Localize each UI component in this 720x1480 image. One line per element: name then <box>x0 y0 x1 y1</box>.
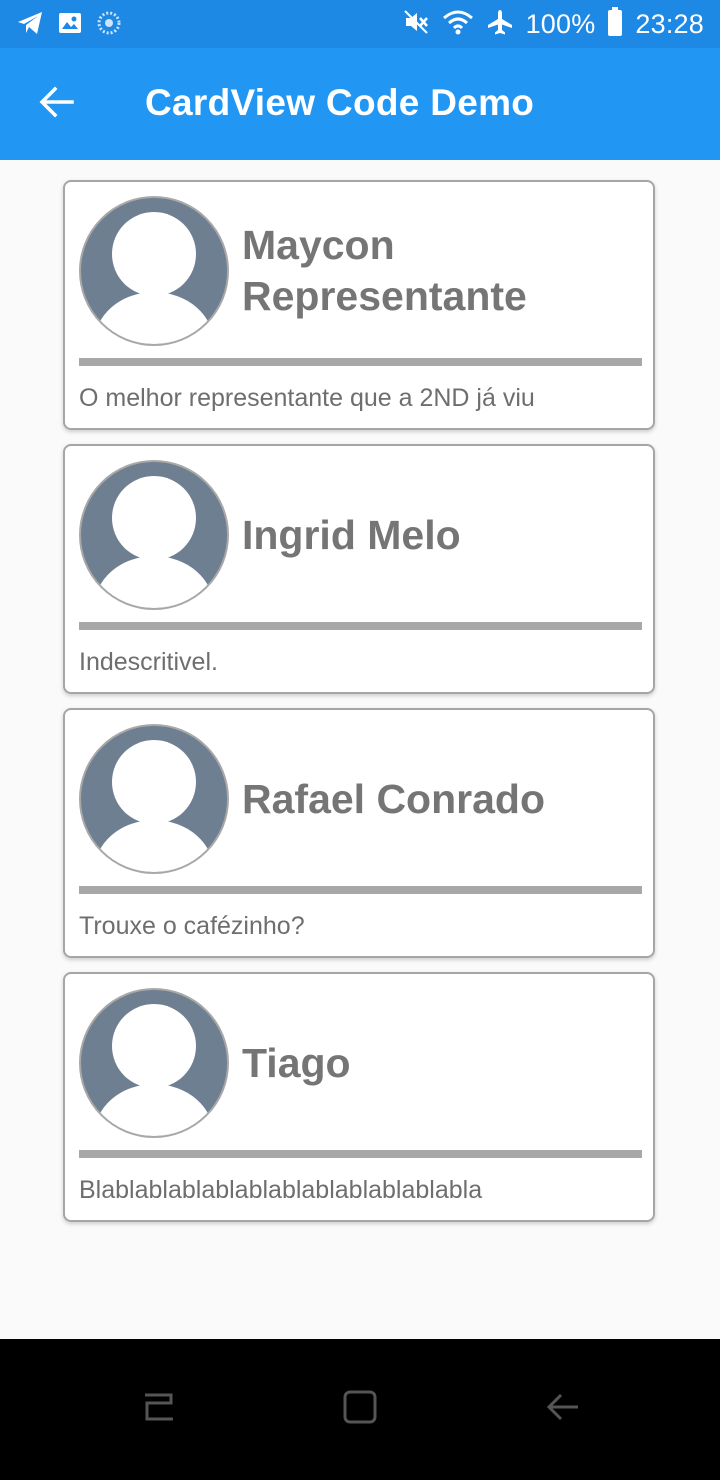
recents-icon <box>141 1391 177 1428</box>
page-title: CardView Code Demo <box>145 82 535 123</box>
avatar <box>79 196 229 346</box>
contact-description: O melhor representante que a 2ND já viu <box>79 384 535 412</box>
divider <box>79 622 642 630</box>
contact-card[interactable]: Ingrid Melo Indescritivel. <box>63 444 655 694</box>
navigation-bar <box>0 1339 720 1480</box>
airplane-mode-icon <box>486 8 514 41</box>
contact-card[interactable]: Tiago Blablablablablablablablablablablab… <box>63 972 655 1222</box>
back-button[interactable] <box>24 76 88 132</box>
status-bar: 100% 23:28 <box>0 0 720 48</box>
back-icon <box>544 1391 580 1428</box>
card-list: Maycon Representante O melhor representa… <box>0 160 720 1339</box>
telegram-icon <box>16 10 44 41</box>
divider <box>79 358 642 366</box>
recents-button[interactable] <box>109 1339 209 1480</box>
contact-description: Blablablablablablablablablablablabla <box>79 1176 483 1204</box>
divider <box>79 1150 642 1158</box>
notification-icons <box>16 10 122 41</box>
arrow-back-icon <box>38 86 74 123</box>
person-icon <box>94 1004 214 1136</box>
person-icon <box>94 476 214 608</box>
contact-name: Maycon Representante <box>242 222 527 319</box>
battery-percent: 100% <box>525 8 596 39</box>
avatar <box>79 460 229 610</box>
wifi-icon <box>442 8 474 41</box>
home-icon <box>342 1389 378 1430</box>
person-icon <box>94 212 214 344</box>
system-icons: 100% 23:28 <box>402 0 704 48</box>
contact-description: Indescritivel. <box>79 648 218 676</box>
back-nav-button[interactable] <box>512 1339 612 1480</box>
avatar <box>79 988 229 1138</box>
contact-description: Trouxe o cafézinho? <box>79 912 305 940</box>
avatar <box>79 724 229 874</box>
home-button[interactable] <box>310 1339 410 1480</box>
contact-name: Rafael Conrado <box>242 775 545 822</box>
contact-card[interactable]: Maycon Representante O melhor representa… <box>63 180 655 430</box>
battery-icon <box>607 6 623 42</box>
contact-card[interactable]: Rafael Conrado Trouxe o cafézinho? <box>63 708 655 958</box>
contact-name: Ingrid Melo <box>242 511 461 558</box>
contact-name: Tiago <box>242 1039 351 1086</box>
divider <box>79 886 642 894</box>
gallery-icon <box>58 11 82 40</box>
mute-icon <box>402 8 430 41</box>
sync-icon <box>96 10 122 41</box>
person-icon <box>94 740 214 872</box>
clock: 23:28 <box>635 8 704 39</box>
app-bar: CardView Code Demo <box>0 48 720 160</box>
